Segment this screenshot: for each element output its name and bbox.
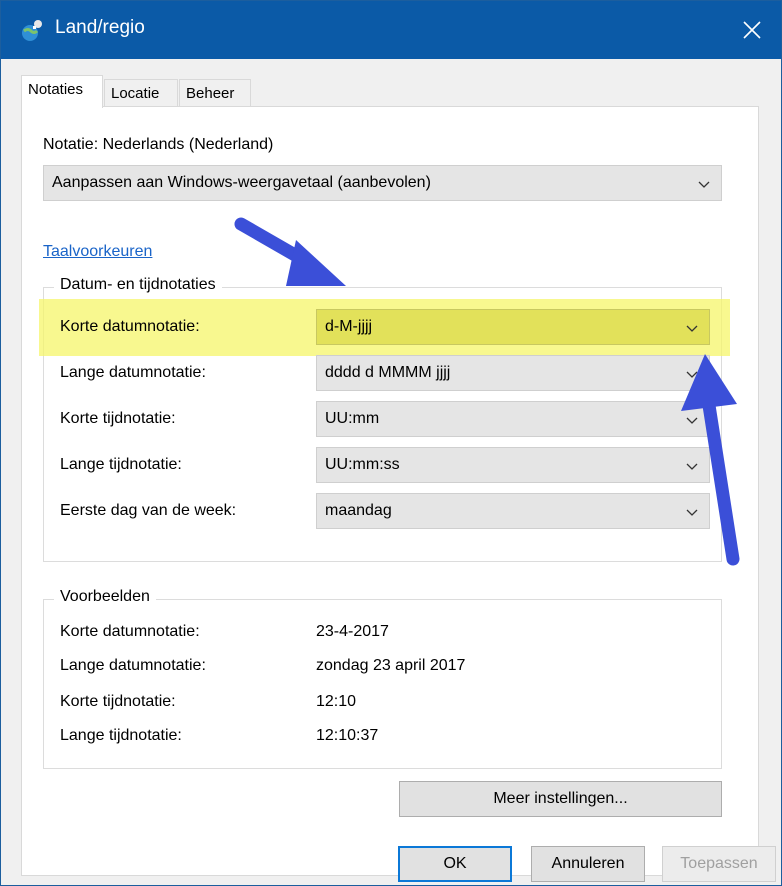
short-time-value: UU:mm <box>325 410 380 427</box>
example-short-date-label: Korte datumnotatie: <box>60 623 200 640</box>
short-time-label: Korte tijdnotatie: <box>60 410 176 427</box>
first-day-value: maandag <box>325 502 392 519</box>
long-time-label: Lange tijdnotatie: <box>60 456 182 473</box>
long-date-select[interactable]: dddd d MMMM jjjj <box>316 355 710 391</box>
notation-select-value: Aanpassen aan Windows-weergavetaal (aanb… <box>52 174 431 191</box>
example-long-date-label: Lange datumnotatie: <box>60 657 206 674</box>
annotation-arrow-down-right-icon <box>234 217 346 286</box>
tab-locatie[interactable]: Locatie <box>104 79 178 107</box>
chevron-down-icon <box>686 325 698 332</box>
example-short-time-value: 12:10 <box>316 693 357 710</box>
long-time-select[interactable]: UU:mm:ss <box>316 447 710 483</box>
window-title: Land/regio <box>55 17 145 38</box>
tab-label: Locatie <box>111 85 160 102</box>
first-day-select[interactable]: maandag <box>316 493 710 529</box>
language-preferences-link[interactable]: Taalvoorkeuren <box>43 243 152 261</box>
notation-label: Notatie: Nederlands (Nederland) <box>43 136 274 153</box>
apply-button[interactable]: Toepassen <box>662 846 776 882</box>
long-date-label: Lange datumnotatie: <box>60 364 206 381</box>
tab-beheer[interactable]: Beheer <box>179 79 251 107</box>
date-time-formats-group: Datum- en tijdnotaties Korte datumnotati… <box>39 276 730 562</box>
title-bar[interactable]: Land/regio <box>1 1 781 59</box>
chevron-down-icon <box>698 181 710 188</box>
cancel-button[interactable]: Annuleren <box>531 846 645 882</box>
dialog-client: Notaties Locatie Beheer Notatie: Nederla… <box>1 59 781 885</box>
close-button[interactable] <box>723 1 781 59</box>
long-date-value: dddd d MMMM jjjj <box>325 364 451 381</box>
first-day-label: Eerste dag van de week: <box>60 502 237 519</box>
example-short-date-value: 23-4-2017 <box>316 623 389 640</box>
group-title: Datum- en tijdnotaties <box>54 276 222 294</box>
long-time-value: UU:mm:ss <box>325 456 400 473</box>
globe-icon <box>22 20 42 41</box>
short-date-select[interactable]: d-M-jjjj <box>316 309 710 345</box>
example-long-time-value: 12:10:37 <box>316 727 379 744</box>
annotation-arrow-up-icon <box>681 354 740 566</box>
close-icon <box>743 21 761 39</box>
short-date-value: d-M-jjjj <box>325 318 373 335</box>
more-settings-button[interactable]: Meer instellingen... <box>399 781 722 817</box>
example-long-date-value: zondag 23 april 2017 <box>316 657 466 674</box>
tab-notaties[interactable]: Notaties <box>21 75 103 108</box>
tab-label: Notaties <box>28 81 84 98</box>
tab-panel-notaties: Notatie: Nederlands (Nederland) Aanpasse… <box>21 106 759 876</box>
notation-select[interactable]: Aanpassen aan Windows-weergavetaal (aanb… <box>43 165 722 201</box>
examples-group: Voorbeelden Korte datumnotatie: 23-4-201… <box>43 588 722 769</box>
ok-button[interactable]: OK <box>398 846 512 882</box>
short-time-select[interactable]: UU:mm <box>316 401 710 437</box>
example-short-time-label: Korte tijdnotatie: <box>60 693 176 710</box>
short-date-label: Korte datumnotatie: <box>60 318 200 335</box>
tab-label: Beheer <box>186 85 235 102</box>
group-title: Voorbeelden <box>54 588 156 606</box>
example-long-time-label: Lange tijdnotatie: <box>60 727 182 744</box>
region-dialog: Land/regio Notaties Locatie Beheer Notat… <box>0 0 782 886</box>
